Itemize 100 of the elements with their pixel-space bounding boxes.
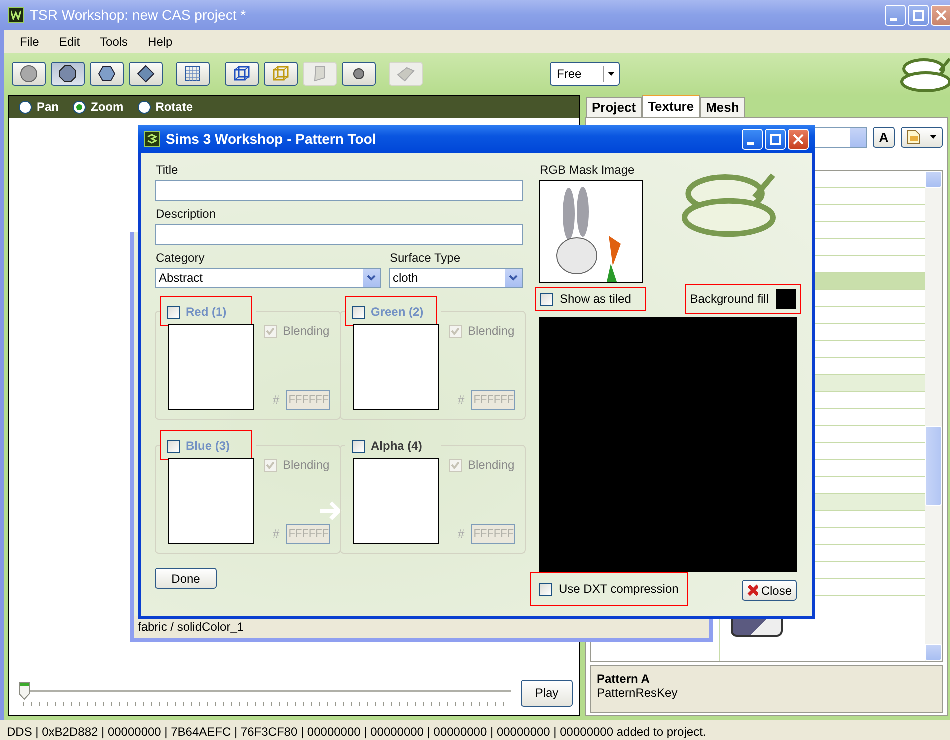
- color-swatch[interactable]: [168, 324, 254, 410]
- close-icon: [793, 134, 804, 144]
- fill-label: Background fill: [690, 292, 769, 306]
- checkbox[interactable]: [540, 292, 553, 306]
- toolbar-button[interactable]: [12, 62, 46, 86]
- scroll-thumb[interactable]: [925, 426, 942, 506]
- color-swatch[interactable]: [353, 324, 439, 410]
- checkmark-icon: [266, 326, 275, 336]
- tab[interactable]: Mesh: [700, 97, 746, 117]
- scrollbar[interactable]: [925, 171, 942, 661]
- caret-icon: [930, 135, 938, 139]
- diamond-icon: [137, 65, 155, 83]
- text-field[interactable]: [155, 180, 523, 201]
- menu-item[interactable]: File: [10, 32, 50, 50]
- property-name: Pattern A: [597, 672, 651, 686]
- maximize-button[interactable]: [908, 4, 929, 26]
- grid-icon: [184, 65, 202, 83]
- property-description: PatternResKey: [597, 686, 679, 700]
- toolbar-button[interactable]: [342, 62, 376, 86]
- field-label: Surface Type: [390, 251, 462, 265]
- radio-button[interactable]: [73, 100, 86, 114]
- checkbox-label: Use DXT compression: [559, 582, 679, 596]
- radio-button[interactable]: [19, 100, 32, 114]
- checkbox[interactable]: [539, 582, 552, 596]
- minimize-icon: [747, 142, 754, 144]
- checkbox[interactable]: [352, 440, 365, 452]
- menu-item[interactable]: Edit: [49, 32, 90, 50]
- toolbar-button[interactable]: [90, 62, 124, 86]
- minimize-icon: [890, 18, 897, 20]
- radio-label[interactable]: Zoom: [91, 100, 124, 114]
- checkbox-label: Blending: [468, 458, 515, 472]
- color-swatch[interactable]: [353, 458, 439, 544]
- chevron-down-icon: [367, 275, 376, 281]
- toolbar-button[interactable]: [225, 62, 259, 86]
- x-icon: [747, 584, 758, 597]
- cube-icon: [233, 65, 251, 83]
- hash-label: #: [273, 393, 280, 407]
- cube-icon: [272, 65, 290, 83]
- chevron-down-icon: [509, 275, 518, 281]
- text-field[interactable]: [155, 224, 523, 245]
- checkbox-label: Show as tiled: [560, 292, 632, 306]
- close-button[interactable]: [788, 128, 809, 150]
- font-button[interactable]: A: [873, 126, 895, 148]
- toolbar-button[interactable]: [176, 62, 210, 86]
- radio-button[interactable]: [138, 100, 151, 114]
- maximize-icon: [913, 10, 924, 20]
- tab[interactable]: Project: [586, 97, 642, 117]
- field-label: Category: [156, 251, 206, 265]
- color-swatch[interactable]: [776, 289, 796, 310]
- hexagon-icon: [98, 65, 116, 83]
- checkmark-icon: [451, 326, 460, 336]
- menu-item[interactable]: Help: [138, 32, 183, 50]
- radio-label[interactable]: Pan: [37, 100, 60, 114]
- toolbar-button[interactable]: [129, 62, 163, 86]
- color-swatch[interactable]: [168, 458, 254, 544]
- checkmark-icon: [266, 460, 275, 470]
- done-button[interactable]: Done: [155, 568, 217, 589]
- play-button[interactable]: Play: [521, 680, 573, 706]
- radio-dot-icon: [76, 104, 84, 110]
- toolbar-button[interactable]: [264, 62, 298, 86]
- maximize-button[interactable]: [765, 128, 786, 150]
- field-label: Description: [156, 207, 218, 221]
- dropdown[interactable]: Abstract: [155, 268, 381, 288]
- arrow-icon: [318, 500, 344, 522]
- channel-name: Blue (3): [186, 439, 230, 453]
- window-title: TSR Workshop: new CAS project *: [30, 7, 246, 23]
- checkmark-icon: [451, 460, 460, 470]
- minimize-button[interactable]: [742, 128, 763, 150]
- minimize-button[interactable]: [885, 4, 906, 26]
- maximize-icon: [770, 134, 781, 144]
- dropdown-arrow-button[interactable]: [363, 269, 380, 287]
- document-button[interactable]: [901, 126, 943, 148]
- tab[interactable]: Texture: [642, 94, 700, 117]
- view-mode-dropdown[interactable]: Free: [550, 62, 620, 86]
- radio-label[interactable]: Rotate: [156, 100, 194, 114]
- toolbar-button[interactable]: [51, 62, 85, 86]
- dialog-title: Sims 3 Workshop - Pattern Tool: [166, 131, 376, 147]
- checkbox-label: Blending: [283, 458, 330, 472]
- dropdown[interactable]: cloth: [389, 268, 523, 288]
- channel-name: Alpha (4): [371, 439, 422, 453]
- channel-name: Green (2): [371, 305, 424, 319]
- channel-name: Red (1): [186, 305, 227, 319]
- close-button[interactable]: [931, 4, 950, 26]
- document-icon: [906, 130, 921, 144]
- dropdown-arrow-button[interactable]: [505, 269, 522, 287]
- checkbox-label: Blending: [283, 324, 330, 338]
- close-icon: [936, 10, 947, 20]
- mask-image[interactable]: [539, 180, 643, 284]
- slider-thumb[interactable]: [19, 682, 30, 700]
- caret-icon: [608, 72, 615, 76]
- timeline-slider[interactable]: [19, 682, 511, 704]
- field-label: Title: [156, 163, 180, 177]
- mask-label: RGB Mask Image: [540, 163, 636, 177]
- hash-label: #: [458, 393, 465, 407]
- close-button[interactable]: Close: [742, 580, 797, 601]
- w-mark-icon: [11, 10, 21, 20]
- hash-label: #: [458, 527, 465, 541]
- sphere-icon: [20, 65, 38, 83]
- menu-item[interactable]: Tools: [90, 32, 138, 50]
- octagon-icon: [59, 65, 77, 83]
